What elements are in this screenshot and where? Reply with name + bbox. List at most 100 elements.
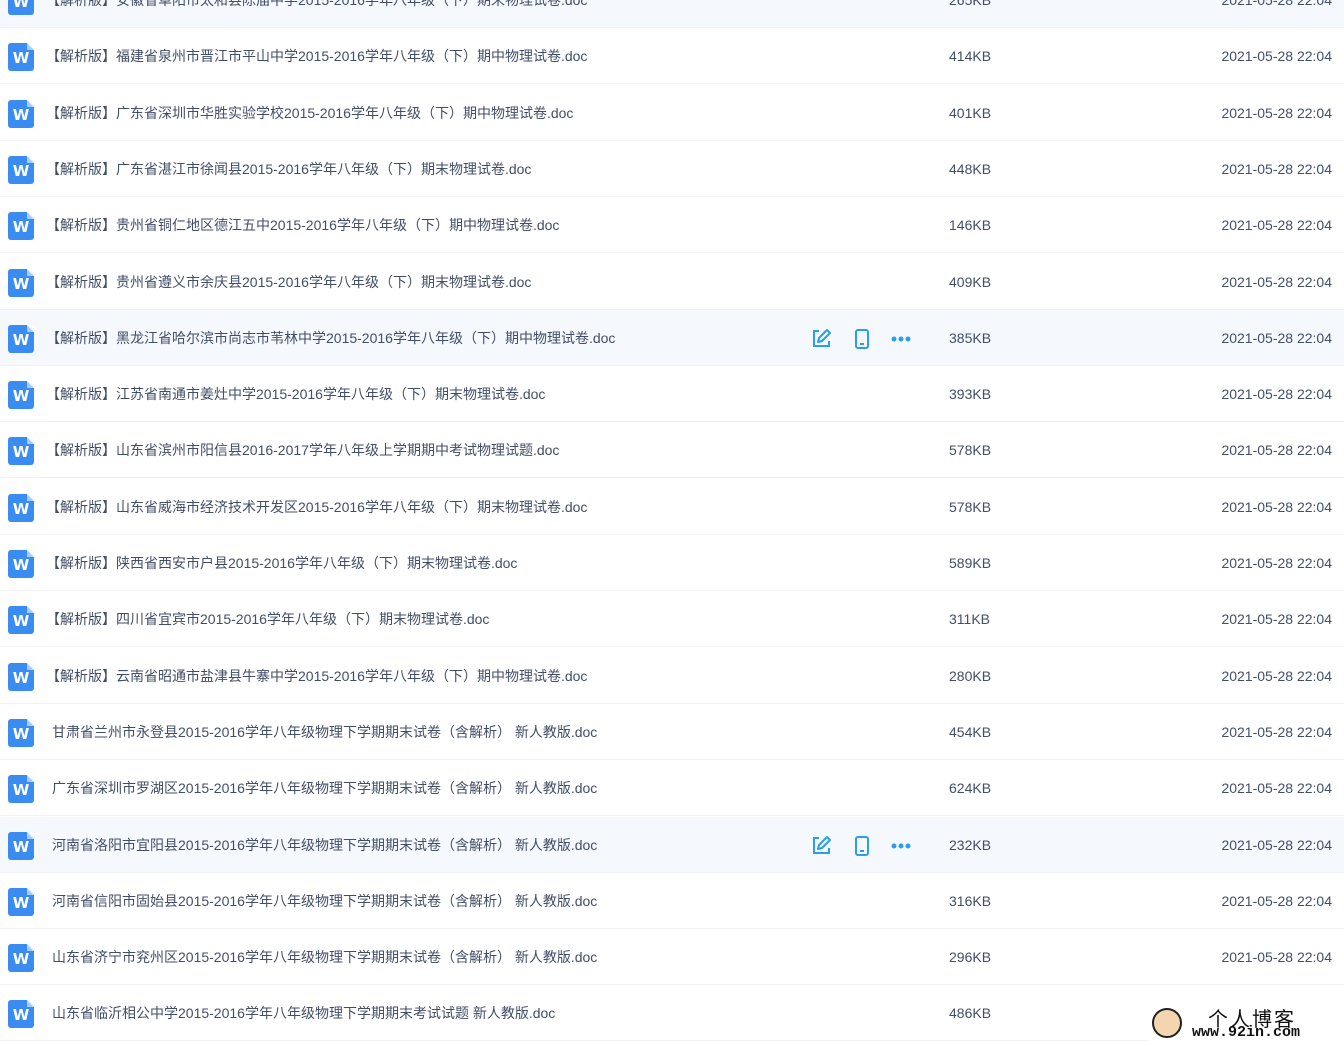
file-modified-date: 2021-05-28 22:04 [1221,611,1332,628]
file-name-link[interactable]: 【解析版】黑龙江省哈尔滨市尚志市苇林中学2015-2016学年八年级（下）期中物… [46,310,615,366]
word-file-icon: W [8,43,34,72]
word-file-icon-letter: W [12,837,30,856]
word-file-icon-letter: W [12,612,30,631]
word-file-icon-letter: W [12,218,30,237]
file-row[interactable]: W 【解析版】广东省湛江市徐闻县2015-2016学年八年级（下）期末物理试卷.d… [0,141,1344,197]
file-name-link[interactable]: 【解析版】福建省泉州市晋江市平山中学2015-2016学年八年级（下）期中物理试… [46,28,587,84]
file-row[interactable]: W 【解析版】江苏省南通市姜灶中学2015-2016学年八年级（下）期末物理试卷.… [0,366,1344,423]
word-file-icon: W [8,1000,34,1029]
word-file-icon-letter: W [12,49,30,68]
file-row[interactable]: W 【解析版】四川省宜宾市2015-2016学年八年级（下）期末物理试卷.doc 3… [0,591,1344,648]
word-file-icon-letter: W [12,387,30,406]
file-row[interactable]: W 山东省临沂相公中学2015-2016学年八年级物理下学期期末考试试题 新人教版… [0,985,1344,1042]
file-name-link[interactable]: 广东省深圳市罗湖区2015-2016学年八年级物理下学期期末试卷（含解析） 新人… [52,760,597,816]
word-file-icon: W [8,212,34,241]
word-file-icon-letter: W [12,556,30,574]
word-file-icon: W [8,99,34,128]
phone-icon[interactable] [851,835,873,857]
file-modified-date: 2021-05-28 22:04 [1221,0,1332,8]
watermark: 个人博客 www.92in.com [1148,1000,1344,1046]
file-row[interactable]: W 【解析版】云南省昭通市盐津县牛寨中学2015-2016学年八年级（下）期中物理… [0,648,1344,704]
word-file-icon-letter: W [12,668,30,687]
edit-icon[interactable] [810,328,832,350]
file-row[interactable]: W 【解析版】山东省滨州市阳信县2016-2017学年八年级上学期期中考试物理试题… [0,422,1344,479]
file-modified-date: 2021-05-28 22:04 [1221,386,1332,403]
file-row[interactable]: W 河南省信阳市固始县2015-2016学年八年级物理下学期期末试卷（含解析） 新… [0,873,1344,929]
file-name-link[interactable]: 河南省信阳市固始县2015-2016学年八年级物理下学期期末试卷（含解析） 新人… [52,873,597,929]
file-size: 311KB [949,611,990,628]
file-row[interactable]: W 【解析版】安徽省阜阳市太和县陈庙中学2015-2016学年八年级（下）期末物理… [0,0,1344,28]
file-size: 265KB [949,0,992,8]
file-size: 232KB [949,836,992,853]
file-modified-date: 2021-05-28 22:04 [1221,48,1332,65]
file-name-link[interactable]: 【解析版】四川省宜宾市2015-2016学年八年级（下）期末物理试卷.doc [46,591,489,647]
cartoon-avatar-icon [1152,1008,1182,1038]
file-name-link[interactable]: 【解析版】广东省深圳市华胜实验学校2015-2016学年八年级（下）期中物理试卷… [46,85,573,141]
file-row[interactable]: W 山东省济宁市兖州区2015-2016学年八年级物理下学期期末试卷（含解析） 新… [0,929,1344,986]
file-name-link[interactable]: 【解析版】云南省昭通市盐津县牛寨中学2015-2016学年八年级（下）期中物理试… [46,648,587,704]
more-icon[interactable] [890,328,912,350]
word-file-icon: W [8,493,34,522]
word-file-icon: W [8,381,34,410]
file-name-link[interactable]: 山东省临沂相公中学2015-2016学年八年级物理下学期期末考试试题 新人教版.… [52,985,555,1041]
file-row[interactable]: W 【解析版】广东省深圳市华胜实验学校2015-2016学年八年级（下）期中物理试… [0,85,1344,141]
file-name-link[interactable]: 河南省洛阳市宜阳县2015-2016学年八年级物理下学期期末试卷（含解析） 新人… [52,817,597,873]
word-file-icon: W [8,0,34,15]
file-row[interactable]: W 【解析版】贵州省铜仁地区德江五中2015-2016学年八年级（下）期中物理试卷… [0,197,1344,254]
file-name-link[interactable]: 【解析版】山东省威海市经济技术开发区2015-2016学年八年级（下）期末物理试… [46,479,587,535]
file-name-link[interactable]: 【解析版】安徽省阜阳市太和县陈庙中学2015-2016学年八年级（下）期末物理试… [46,0,587,28]
word-file-icon-letter: W [12,330,30,349]
file-row[interactable]: W 广东省深圳市罗湖区2015-2016学年八年级物理下学期期末试卷（含解析） 新… [0,760,1344,817]
word-file-icon: W [8,831,34,860]
file-size: 316KB [949,892,992,909]
file-modified-date: 2021-05-28 22:04 [1221,836,1332,853]
file-row[interactable]: W 【解析版】陕西省西安市户县2015-2016学年八年级（下）期末物理试卷.do… [0,535,1344,591]
file-name-link[interactable]: 【解析版】山东省滨州市阳信县2016-2017学年八年级上学期期中考试物理试题.… [46,422,559,478]
file-name-link[interactable]: 【解析版】江苏省南通市姜灶中学2015-2016学年八年级（下）期末物理试卷.d… [46,366,545,422]
file-row[interactable]: W 河南省洛阳市宜阳县2015-2016学年八年级物理下学期期末试卷（含解析） 新… [0,816,1344,873]
more-icon[interactable] [890,835,912,857]
word-file-icon: W [8,324,34,353]
file-size: 578KB [949,442,992,459]
word-file-icon: W [8,268,34,297]
file-size: 401KB [949,104,992,121]
file-modified-date: 2021-05-28 22:04 [1221,949,1332,966]
word-file-icon-letter: W [12,499,30,518]
file-size: 296KB [949,949,992,966]
file-size: 385KB [949,329,992,346]
file-name-link[interactable]: 【解析版】陕西省西安市户县2015-2016学年八年级（下）期末物理试卷.doc [46,535,517,591]
file-row[interactable]: W 甘肃省兰州市永登县2015-2016学年八年级物理下学期期末试卷（含解析） 新… [0,704,1344,760]
file-name-link[interactable]: 【解析版】贵州省铜仁地区德江五中2015-2016学年八年级（下）期中物理试卷.… [46,197,559,253]
file-size: 624KB [949,780,992,797]
file-modified-date: 2021-05-28 22:04 [1221,780,1332,797]
word-file-icon-letter: W [12,443,30,462]
word-file-icon: W [8,775,34,804]
file-row[interactable]: W 【解析版】福建省泉州市晋江市平山中学2015-2016学年八年级（下）期中物理… [0,28,1344,85]
file-size: 578KB [949,498,992,515]
word-file-icon-letter: W [12,893,30,912]
file-size: 414KB [949,48,992,65]
file-modified-date: 2021-05-28 22:04 [1221,892,1332,909]
file-size: 280KB [949,667,992,684]
phone-icon[interactable] [851,328,873,350]
file-size: 146KB [949,217,992,234]
file-row[interactable]: W 【解析版】黑龙江省哈尔滨市尚志市苇林中学2015-2016学年八年级（下）期中… [0,309,1344,366]
file-name-link[interactable]: 山东省济宁市兖州区2015-2016学年八年级物理下学期期末试卷（含解析） 新人… [52,929,597,985]
edit-icon[interactable] [810,835,832,857]
file-row[interactable]: W 【解析版】山东省威海市经济技术开发区2015-2016学年八年级（下）期末物理… [0,479,1344,535]
file-modified-date: 2021-05-28 22:04 [1221,273,1332,290]
word-file-icon-letter: W [12,105,30,124]
file-modified-date: 2021-05-28 22:04 [1221,723,1332,740]
file-row[interactable]: W 【解析版】贵州省遵义市余庆县2015-2016学年八年级（下）期末物理试卷.d… [0,254,1344,310]
word-file-icon: W [8,550,34,578]
file-modified-date: 2021-05-28 22:04 [1221,555,1332,571]
file-name-link[interactable]: 【解析版】广东省湛江市徐闻县2015-2016学年八年级（下）期末物理试卷.do… [46,141,531,197]
word-file-icon: W [8,662,34,691]
word-file-icon-letter: W [12,0,30,11]
file-name-link[interactable]: 【解析版】贵州省遵义市余庆县2015-2016学年八年级（下）期末物理试卷.do… [46,254,531,310]
file-modified-date: 2021-05-28 22:04 [1221,667,1332,684]
file-modified-date: 2021-05-28 22:04 [1221,498,1332,515]
file-name-link[interactable]: 甘肃省兰州市永登县2015-2016学年八年级物理下学期期末试卷（含解析） 新人… [52,704,597,760]
file-size: 393KB [949,386,992,403]
file-size: 486KB [949,1005,992,1022]
